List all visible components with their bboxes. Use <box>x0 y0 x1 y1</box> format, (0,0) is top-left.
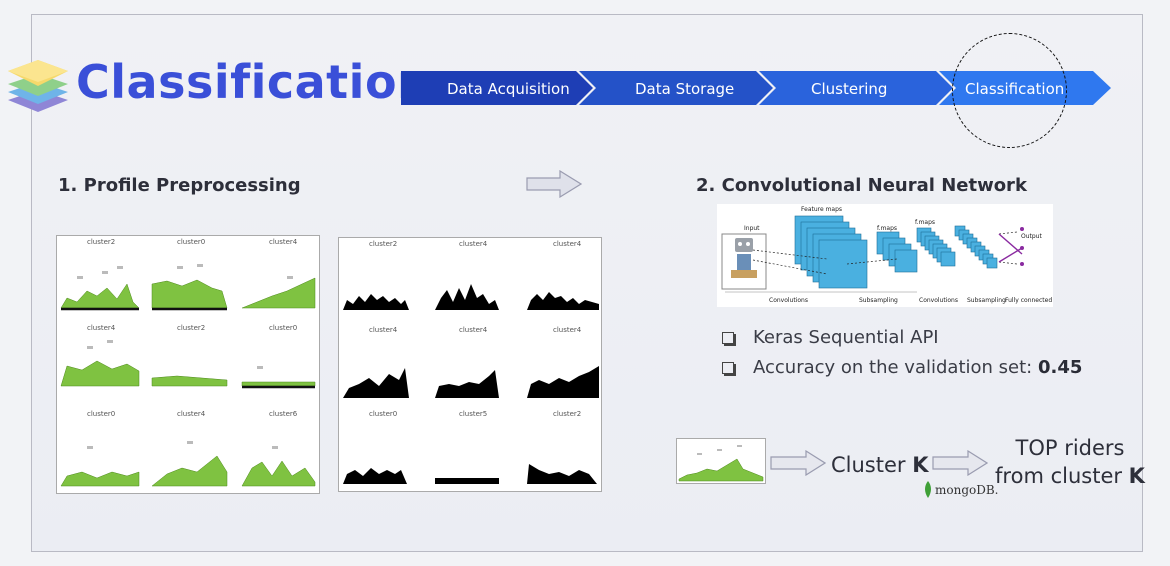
bw-panel-label: cluster2 <box>553 410 582 418</box>
cnn-label-convolutions-2: Convolutions <box>919 297 958 304</box>
bw-panel-label: cluster2 <box>369 240 398 248</box>
robot-icon <box>731 238 757 278</box>
bullet-accuracy-text: Accuracy on the validation set: <box>753 357 1038 378</box>
bw-panel-label: cluster4 <box>459 326 488 334</box>
cnn-label-subsampling-1: Subsampling <box>859 297 898 304</box>
cnn-label-fmaps-1: f.maps <box>877 225 897 232</box>
cnn-label-input: Input <box>744 225 760 232</box>
cnn-label-output: Output <box>1021 233 1042 240</box>
bw-profiles-panel: cluster2 cluster4 cluster4 cluster4 clus… <box>338 237 602 492</box>
mongodb-logo-text: mongoDB. <box>935 483 999 497</box>
top-riders-line2-text: from cluster <box>995 464 1129 488</box>
flow-arrow-icon <box>770 450 826 476</box>
right-arrow-icon <box>526 170 582 198</box>
color-panel-label: cluster2 <box>87 238 116 246</box>
bw-profiles-plots <box>343 284 599 484</box>
bw-panel-label: cluster4 <box>553 326 582 334</box>
bw-panel-label: cluster4 <box>459 240 488 248</box>
accuracy-value: 0.45 <box>1037 357 1083 378</box>
sample-profile-thumbnail <box>676 438 766 484</box>
bw-panel-label: cluster0 <box>369 410 398 418</box>
color-panel-label: cluster4 <box>269 238 298 246</box>
bullet-keras: Keras Sequential API <box>722 327 939 348</box>
color-panel-label: cluster4 <box>87 324 116 332</box>
color-panel-label: cluster0 <box>269 324 298 332</box>
profile-preprocessing-heading: 1. Profile Preprocessing <box>58 175 301 196</box>
color-panel-label: cluster0 <box>177 238 206 246</box>
bw-panel-label: cluster4 <box>553 240 582 248</box>
cnn-label-convolutions-1: Convolutions <box>769 297 808 304</box>
cluster-k-label: Cluster K <box>831 453 929 477</box>
cnn-diagram: Input Feature maps f.maps f.maps Output … <box>717 204 1053 307</box>
cnn-diagram-graphic: Input Feature maps f.maps f.maps Output … <box>721 206 1052 304</box>
cnn-label-fully-connected: Fully connected <box>1005 297 1052 304</box>
color-panel-label: cluster6 <box>269 410 298 418</box>
cnn-label-fmaps-2: f.maps <box>915 219 935 226</box>
flow-arrow-icon <box>932 450 988 476</box>
top-riders-line2: from cluster K <box>994 462 1146 490</box>
current-step-highlight-circle <box>952 33 1067 148</box>
top-riders-label: TOP riders from cluster K <box>994 434 1146 490</box>
color-panel-label: cluster2 <box>177 324 206 332</box>
pipeline-label-data-acquisition: Data Acquisition <box>447 80 570 98</box>
page-title: Classification <box>76 55 431 109</box>
bullet-accuracy: Accuracy on the validation set: 0.45 <box>722 357 1082 378</box>
cnn-label-feature-maps: Feature maps <box>801 206 842 213</box>
color-profiles-panel: cluster2 cluster0 cluster4 cluster4 clus… <box>56 235 320 494</box>
bw-panel-label: cluster4 <box>369 326 398 334</box>
color-panel-label: cluster4 <box>177 410 206 418</box>
checkbox-bullet-icon <box>722 362 734 374</box>
bullet-keras-text: Keras Sequential API <box>753 327 939 348</box>
top-riders-k: K <box>1128 464 1145 488</box>
cnn-heading: 2. Convolutional Neural Network <box>696 175 1027 196</box>
mongodb-leaf-icon <box>925 481 931 498</box>
pipeline-label-data-storage: Data Storage <box>635 80 735 98</box>
bw-panel-label: cluster5 <box>459 410 488 418</box>
cluster-text: Cluster <box>831 453 913 477</box>
pipeline-label-clustering: Clustering <box>811 80 888 98</box>
checkbox-bullet-icon <box>722 332 734 344</box>
top-riders-line1: TOP riders <box>1015 436 1125 460</box>
layers-icon <box>8 60 68 112</box>
cluster-k: K <box>912 453 929 477</box>
color-panel-label: cluster0 <box>87 410 116 418</box>
color-profiles-plots <box>60 264 316 487</box>
cnn-label-subsampling-2: Subsampling <box>967 297 1006 304</box>
